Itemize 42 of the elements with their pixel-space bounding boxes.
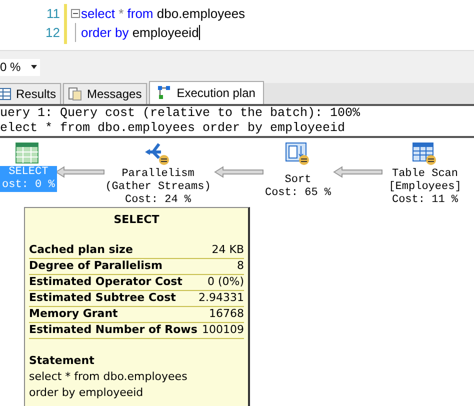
text-cursor (198, 25, 200, 40)
tooltip-title: SELECT (114, 212, 160, 228)
parallelism-icon (145, 142, 171, 166)
property-value: 8 (237, 258, 244, 274)
results-tab[interactable]: Results (0, 83, 62, 104)
result-grid-icon (15, 142, 39, 164)
flow-arrow-icon (333, 166, 383, 178)
property-value: 100109 (202, 322, 244, 338)
table-scan-icon (412, 142, 438, 166)
document-icon (68, 87, 82, 101)
plan-icon (158, 86, 172, 100)
code-line: order by employeeid (81, 24, 199, 42)
property-name: Cached plan size (29, 242, 133, 258)
property-name: Memory Grant (29, 306, 118, 322)
plan-node-label[interactable]: Table Scan [Employees] Cost: 11 % (386, 168, 464, 207)
query-header-line: elect * from dbo.employees order by employeeid (0, 121, 346, 136)
results-tab[interactable]: Execution plan (148, 81, 264, 104)
collapse-icon[interactable] (71, 9, 80, 18)
flow-arrow-icon (55, 166, 105, 178)
code-line: select * from dbo.employees (81, 5, 246, 23)
property-name: Estimated Number of Rows (29, 322, 198, 338)
property-name: Estimated Subtree Cost (29, 290, 176, 306)
property-value: 24 KB (212, 242, 244, 258)
results-tab[interactable]: Messages (63, 83, 147, 104)
dropdown-caret-icon (31, 65, 37, 69)
line-number: 11 (46, 5, 60, 23)
zoom-dropdown[interactable]: 0 % (0, 58, 40, 76)
line-number: 12 (46, 24, 60, 42)
statement-text: order by employeeid (29, 384, 144, 400)
property-name: Estimated Operator Cost (29, 274, 182, 290)
statement-text: select * from dbo.employees (29, 368, 188, 384)
query-header-line: uery 1: Query cost (relative to the batch): 100% (0, 106, 362, 121)
property-value: 0 (0%) (207, 274, 244, 290)
statement-heading: Statement (29, 352, 96, 368)
property-value: 16768 (209, 306, 244, 322)
grid-icon (0, 88, 11, 100)
property-name: Degree of Parallelism (29, 258, 162, 274)
flow-arrow-icon (214, 166, 264, 178)
plan-node-label[interactable]: Sort Cost: 65 % (262, 174, 333, 200)
property-value: 2.94331 (198, 290, 244, 306)
sort-icon (285, 142, 311, 166)
plan-node-label[interactable]: Parallelism (Gather Streams) Cost: 24 % (103, 168, 213, 207)
